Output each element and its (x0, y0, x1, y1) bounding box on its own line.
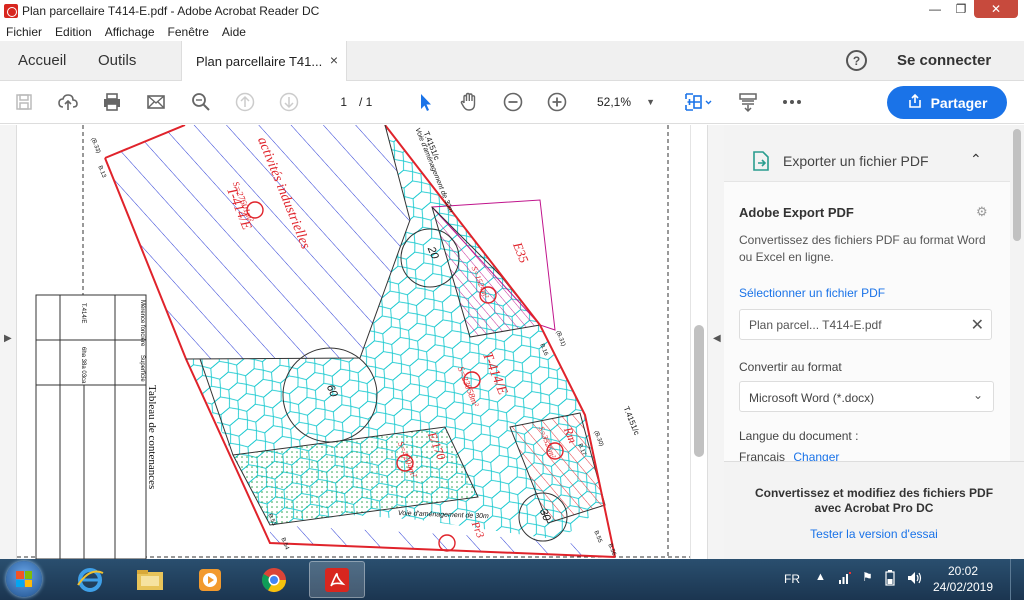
maximize-button[interactable]: ❐ (948, 0, 974, 18)
menu-bar: Fichier Edition Affichage Fenêtre Aide (0, 22, 1024, 41)
right-panel-toggle[interactable]: ◀ (707, 125, 724, 559)
acrobat-taskbar-icon[interactable] (309, 561, 365, 598)
panel-scrollbar-thumb[interactable] (1013, 129, 1021, 241)
collapse-right-icon: ◀ (713, 333, 721, 344)
hand-tool-icon[interactable] (457, 91, 481, 113)
document-scrollbar[interactable] (690, 125, 707, 559)
share-label: Partager (930, 94, 988, 111)
document-viewer[interactable]: ▶ T-414/E activités industrielles S=2760… (0, 125, 724, 559)
zoom-level-value: 52,1% (597, 95, 632, 109)
input-language[interactable]: FR (784, 572, 800, 586)
signin-button[interactable]: Se connecter (897, 52, 991, 69)
clear-file-icon[interactable]: ✕ (971, 315, 984, 335)
promo-text: Convertissez et modifiez des fichiers PD… (754, 486, 994, 515)
zoom-level-select[interactable]: 52,1% ▼ (589, 92, 659, 113)
start-button[interactable] (6, 561, 42, 597)
table-col1-header: Mérence foncière (139, 300, 145, 347)
menu-aide[interactable]: Aide (222, 25, 246, 39)
cloud-settings-icon[interactable]: ⚙ (976, 204, 992, 220)
fit-page-icon[interactable] (681, 91, 715, 113)
search-icon[interactable] (189, 91, 213, 113)
export-pdf-icon (753, 151, 769, 171)
table-title: Tableau de contenances (146, 385, 158, 490)
share-button[interactable]: Partager (887, 86, 1007, 119)
convert-format-label: Convertir au format (739, 360, 842, 374)
save-icon[interactable] (12, 91, 36, 113)
export-panel-title: Exporter un fichier PDF (783, 153, 929, 169)
chrome-taskbar-icon[interactable] (246, 561, 302, 598)
share-icon (907, 93, 923, 112)
panel-scrollbar[interactable] (1010, 125, 1024, 461)
menu-fenetre[interactable]: Fenêtre (168, 25, 209, 39)
battery-icon[interactable] (885, 570, 899, 586)
menu-fichier[interactable]: Fichier (6, 25, 42, 39)
windows-logo-icon (16, 571, 32, 587)
contenance-table (35, 294, 147, 559)
chevron-down-icon: ▼ (646, 97, 655, 107)
close-window-button[interactable]: ✕ (974, 0, 1018, 18)
language-label: Langue du document : (739, 429, 859, 443)
table-row-ref: T.414/E (80, 303, 86, 324)
tab-home[interactable]: Accueil (18, 52, 66, 69)
acrobat-app-icon (4, 4, 18, 18)
ie-taskbar-icon[interactable] (62, 561, 118, 598)
export-panel-body: Adobe Export PDF ⚙ Convertissez des fich… (724, 181, 1010, 464)
tab-tools[interactable]: Outils (98, 52, 136, 69)
title-bar: Plan parcellaire T414-E.pdf - Adobe Acro… (0, 0, 1024, 22)
page-number-input[interactable]: 1 (317, 92, 351, 112)
system-clock[interactable]: 20:02 24/02/2019 (928, 563, 998, 595)
window-title: Plan parcellaire T414-E.pdf - Adobe Acro… (22, 4, 320, 18)
show-desktop-button[interactable] (1010, 559, 1024, 600)
chevron-up-icon[interactable]: ⌃ (970, 151, 982, 168)
upload-cloud-icon[interactable] (56, 91, 80, 113)
window-controls: — ❐ ✕ (922, 0, 1018, 20)
selected-file-field[interactable]: Plan parcel... T414-E.pdf ✕ (739, 309, 992, 340)
taskbar: FR ▲ ⚑ 20:02 24/02/2019 (0, 559, 1024, 600)
table-col2-header: Superficie (139, 355, 145, 382)
network-signal-icon[interactable] (838, 571, 852, 585)
format-value: Microsoft Word (*.docx) (749, 391, 875, 405)
select-cursor-icon[interactable] (413, 91, 437, 113)
menu-edition[interactable]: Edition (55, 25, 92, 39)
tray-expand-icon[interactable]: ▲ (815, 571, 826, 583)
more-options-icon[interactable] (780, 91, 804, 113)
export-description: Convertissez des fichiers PDF au format … (739, 233, 986, 264)
explorer-taskbar-icon[interactable] (122, 561, 178, 598)
select-pdf-link[interactable]: Sélectionner un fichier PDF (739, 286, 885, 300)
close-tab-icon[interactable]: × (330, 52, 338, 68)
print-icon[interactable] (100, 91, 124, 113)
email-icon[interactable] (144, 91, 168, 113)
flag-icon[interactable]: ⚑ (862, 570, 873, 584)
zoom-in-icon[interactable] (545, 91, 569, 113)
table-row-area: 6ha 38a 03ca (80, 347, 86, 384)
volume-icon[interactable] (907, 571, 922, 585)
page-total: / 1 (359, 95, 373, 109)
next-page-icon[interactable] (277, 91, 301, 113)
panel-promo: Convertissez et modifiez des fichiers PD… (724, 461, 1024, 559)
tab-bar: Accueil Outils Plan parcellaire T41... ×… (0, 41, 1024, 81)
clock-time: 20:02 (947, 564, 979, 578)
minimize-button[interactable]: — (922, 0, 948, 18)
document-scrollbar-thumb[interactable] (694, 325, 704, 457)
zoom-out-icon[interactable] (501, 91, 525, 113)
export-pdf-panel: Exporter un fichier PDF ⌃ Adobe Export P… (724, 125, 1024, 559)
export-panel-header[interactable]: Exporter un fichier PDF ⌃ (724, 125, 1010, 181)
adobe-export-title: Adobe Export PDF (739, 205, 854, 220)
format-select[interactable]: Microsoft Word (*.docx) ⌄ (739, 381, 994, 412)
clock-date: 24/02/2019 (932, 580, 994, 594)
chevron-down-icon: ⌄ (972, 388, 983, 402)
trial-link[interactable]: Tester la version d'essai (724, 527, 1024, 541)
menu-affichage[interactable]: Affichage (105, 25, 155, 39)
help-button[interactable]: ? (846, 50, 867, 71)
scroll-mode-icon[interactable] (736, 91, 760, 113)
media-player-taskbar-icon[interactable] (182, 561, 238, 598)
tab-document-label: Plan parcellaire T41... (196, 53, 323, 69)
previous-page-icon[interactable] (233, 91, 257, 113)
tab-document[interactable]: Plan parcellaire T41... × (181, 41, 347, 81)
toolbar: 1 / 1 52,1% ▼ Partager (0, 81, 1024, 124)
cadastral-map (17, 125, 690, 559)
selected-file-name: Plan parcel... T414-E.pdf (749, 318, 882, 332)
